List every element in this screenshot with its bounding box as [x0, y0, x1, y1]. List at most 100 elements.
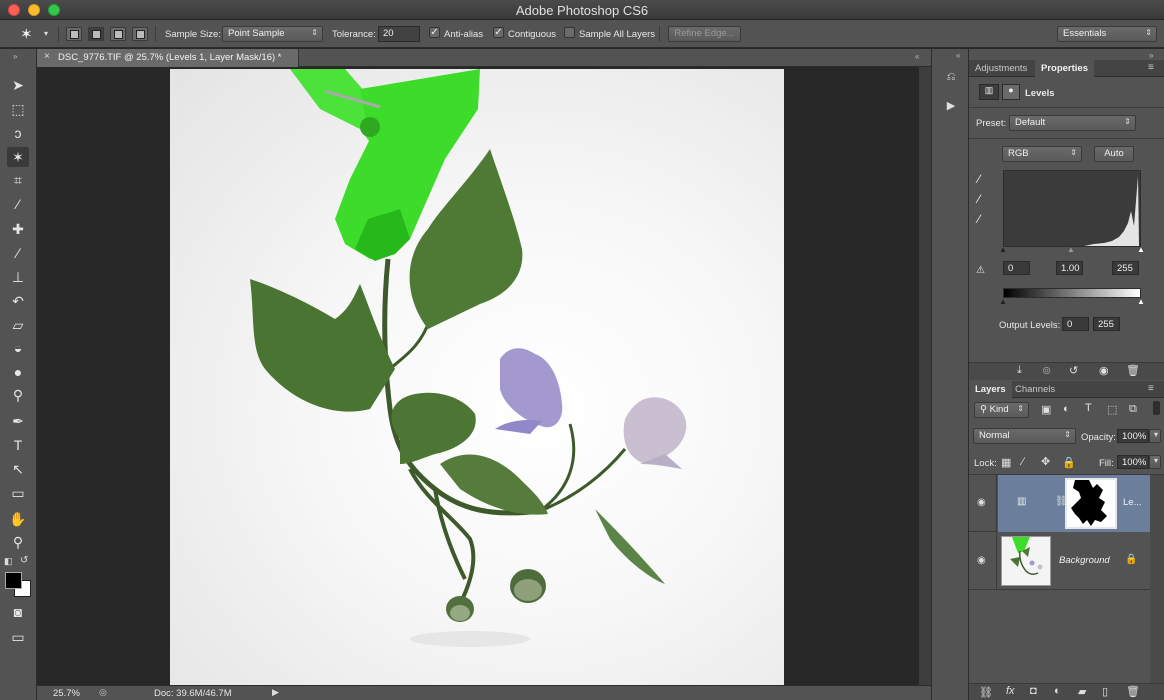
layer-row-background[interactable]: ◉ Background 🔒: [969, 533, 1150, 590]
output-black-field[interactable]: 0: [1062, 317, 1089, 331]
dodge-icon[interactable]: ⚲: [7, 385, 29, 405]
healing-brush-icon[interactable]: ✚: [7, 219, 29, 239]
delete-adjustment-icon[interactable]: 🗑: [1126, 364, 1140, 377]
zoom-icon[interactable]: ⚲: [7, 532, 29, 552]
clone-stamp-icon[interactable]: ⊥: [7, 267, 29, 287]
paint-bucket-icon[interactable]: ◒: [7, 338, 29, 358]
channel-dropdown[interactable]: RGB ⇕: [1002, 146, 1082, 162]
expand-panels-icon[interactable]: «: [956, 51, 960, 60]
output-black-slider[interactable]: ▲: [999, 297, 1007, 306]
collapse-dock-icon[interactable]: »: [1149, 51, 1153, 60]
pen-icon[interactable]: ✒: [7, 411, 29, 431]
crop-icon[interactable]: ⌗: [7, 170, 29, 190]
opacity-slider-button[interactable]: ▾: [1149, 429, 1161, 443]
add-mask-icon[interactable]: ◘: [1030, 685, 1037, 697]
blend-mode-dropdown[interactable]: Normal ⇕: [973, 428, 1076, 444]
lock-icon[interactable]: 🔒: [1125, 554, 1137, 565]
levels-adjustment-icon[interactable]: ▥: [979, 84, 999, 100]
tolerance-input[interactable]: 20: [378, 26, 420, 42]
path-selection-icon[interactable]: ↖: [7, 459, 29, 479]
layer-mask-icon[interactable]: ●: [1002, 84, 1020, 100]
output-white-slider[interactable]: ▲: [1137, 297, 1145, 306]
gray-point-eyedropper-icon[interactable]: ⁄: [978, 192, 980, 206]
lock-transparent-pixels-icon[interactable]: ▦: [1001, 456, 1011, 469]
filter-adjustment-icon[interactable]: ◐: [1063, 403, 1070, 415]
tab-channels[interactable]: Channels: [1009, 381, 1061, 398]
panel-menu-icon[interactable]: ≡: [1148, 62, 1154, 73]
hand-icon[interactable]: ✋: [7, 509, 29, 529]
document-tab[interactable]: × DSC_9776.TIF @ 25.7% (Levels 1, Layer …: [37, 49, 299, 67]
filter-smart-object-icon[interactable]: ⧉: [1129, 403, 1137, 416]
input-white-slider[interactable]: ▲: [1137, 245, 1145, 254]
refine-edge-button[interactable]: Refine Edge...: [668, 26, 741, 42]
add-layer-style-icon[interactable]: fx: [1006, 685, 1015, 697]
input-gamma-field[interactable]: 1.00: [1056, 261, 1083, 275]
delete-layer-icon[interactable]: 🗑: [1126, 685, 1140, 698]
type-icon[interactable]: T: [7, 435, 29, 455]
link-layers-icon[interactable]: ⛓: [979, 686, 993, 699]
magic-wand-preset-icon[interactable]: ✶: [20, 25, 33, 43]
foreground-color-swatch[interactable]: [5, 572, 22, 589]
collapse-toolbox-icon[interactable]: »: [13, 52, 17, 61]
fill-field[interactable]: 100%: [1117, 455, 1149, 469]
fill-slider-button[interactable]: ▾: [1149, 455, 1161, 469]
history-panel-icon[interactable]: ⎌: [942, 71, 960, 89]
blur-icon[interactable]: ●: [7, 362, 29, 382]
sample-size-dropdown[interactable]: Point Sample ⇕: [222, 26, 323, 42]
new-adjustment-layer-icon[interactable]: ◐: [1054, 685, 1061, 697]
input-white-field[interactable]: 255: [1112, 261, 1139, 275]
visibility-cell[interactable]: ◉: [969, 475, 997, 532]
magic-wand-icon[interactable]: ✶: [7, 147, 29, 167]
zoom-level[interactable]: 25.7%: [53, 688, 80, 699]
filter-shape-icon[interactable]: ⬚: [1107, 403, 1117, 416]
new-layer-icon[interactable]: ▯: [1102, 685, 1108, 698]
tool-preset-chevron-icon[interactable]: ▾: [44, 29, 48, 38]
default-colors-icon[interactable]: ◧: [4, 556, 13, 567]
intersect-selection-button[interactable]: [132, 27, 148, 41]
input-gamma-slider[interactable]: ▲: [1067, 245, 1075, 254]
lock-position-icon[interactable]: ✥: [1041, 455, 1050, 468]
panel-menu-icon[interactable]: ≡: [1148, 383, 1154, 394]
vertical-scrollbar[interactable]: [919, 67, 931, 685]
lock-image-pixels-icon[interactable]: ∕: [1022, 456, 1024, 468]
layer-mask-thumbnail[interactable]: [1065, 478, 1117, 529]
preset-dropdown[interactable]: Default ⇕: [1009, 115, 1136, 131]
clip-warning-icon[interactable]: ⚠: [976, 265, 985, 276]
eye-icon[interactable]: ◉: [977, 555, 986, 566]
lasso-icon[interactable]: ↄ: [7, 123, 29, 143]
filter-type-icon[interactable]: T: [1085, 402, 1092, 414]
add-to-selection-button[interactable]: [88, 27, 104, 41]
sample-all-layers-checkbox[interactable]: [564, 27, 575, 38]
rectangular-marquee-icon[interactable]: ⬚: [7, 99, 29, 119]
subtract-from-selection-button[interactable]: [110, 27, 126, 41]
white-point-eyedropper-icon[interactable]: ⁄: [978, 212, 980, 226]
filter-pixel-icon[interactable]: ▣: [1041, 403, 1051, 416]
toggle-visibility-icon[interactable]: ◉: [1099, 364, 1109, 377]
quick-mask-icon[interactable]: ◙: [7, 602, 29, 622]
anti-alias-checkbox[interactable]: ✓: [429, 27, 440, 38]
tab-adjustments[interactable]: Adjustments: [969, 60, 1033, 77]
actions-panel-icon[interactable]: ▶: [942, 99, 960, 117]
history-brush-icon[interactable]: ↶: [7, 291, 29, 311]
image-canvas[interactable]: [170, 69, 784, 685]
reset-adjustment-icon[interactable]: ↺: [1069, 364, 1078, 377]
new-selection-button[interactable]: [66, 27, 82, 41]
eye-icon[interactable]: ◉: [977, 497, 986, 508]
view-previous-state-icon[interactable]: ⊚: [1042, 364, 1051, 377]
swap-colors-icon[interactable]: ↺: [20, 555, 28, 566]
new-group-icon[interactable]: ▰: [1078, 685, 1086, 698]
filter-toggle-switch[interactable]: [1153, 401, 1160, 415]
layer-row-levels[interactable]: ◉ ▥ ⛓ Le...: [969, 475, 1150, 532]
rectangle-shape-icon[interactable]: ▭: [7, 483, 29, 503]
workspace-switcher[interactable]: Essentials ⇕: [1057, 26, 1157, 42]
layers-scrollbar[interactable]: [1150, 475, 1164, 700]
tab-properties[interactable]: Properties: [1035, 60, 1094, 77]
eyedropper-icon[interactable]: ⁄: [7, 194, 29, 214]
clip-to-layer-icon[interactable]: ⤓: [1017, 364, 1022, 377]
move-tool-icon[interactable]: ➤: [7, 75, 29, 95]
status-icon[interactable]: ◎: [99, 687, 107, 698]
visibility-cell[interactable]: ◉: [969, 533, 997, 590]
status-menu-arrow-icon[interactable]: ▶: [272, 687, 279, 698]
collapse-panels-icon[interactable]: «: [915, 52, 919, 61]
input-black-field[interactable]: 0: [1003, 261, 1030, 275]
